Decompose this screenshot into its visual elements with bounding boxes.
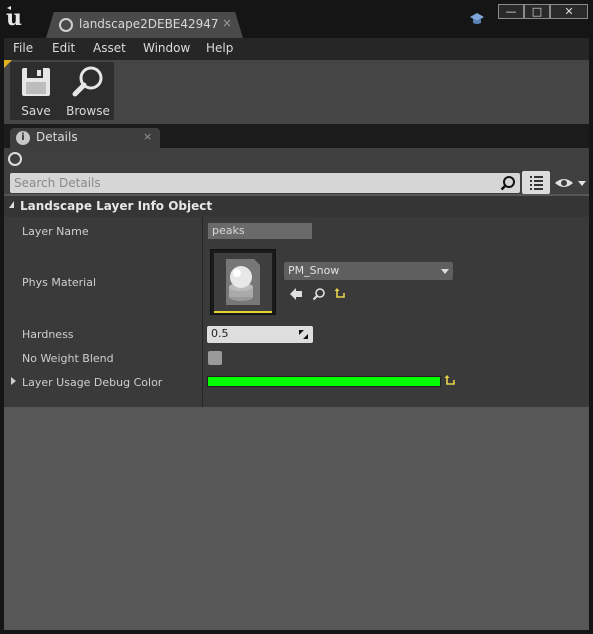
close-details-tab-icon[interactable]: × bbox=[143, 130, 152, 143]
debug-color-swatch[interactable] bbox=[207, 376, 441, 387]
lock-icon[interactable] bbox=[8, 152, 22, 166]
menu-bar: File Edit Asset Window Help bbox=[4, 38, 589, 60]
eye-visibility-icon[interactable] bbox=[554, 176, 586, 190]
layer-name-label: Layer Name bbox=[22, 225, 89, 238]
title-bar: u landscape2DEBE42947F0 × — □ ✕ bbox=[0, 0, 593, 38]
column-divider[interactable] bbox=[202, 217, 203, 407]
toolbar-group: Save Browse bbox=[10, 62, 114, 120]
tab-details-label: Details bbox=[36, 130, 78, 144]
browse-asset-icon[interactable] bbox=[312, 287, 326, 301]
details-panel: Landscape Layer Info Object Layer Name p… bbox=[4, 148, 589, 630]
expand-arrow-icon[interactable] bbox=[11, 377, 16, 385]
drag-resize-icon[interactable] bbox=[299, 330, 308, 339]
layer-name-field[interactable]: peaks bbox=[208, 223, 312, 239]
close-window-button[interactable]: ✕ bbox=[550, 4, 588, 19]
asset-icon bbox=[59, 18, 73, 32]
menu-window[interactable]: Window bbox=[143, 41, 190, 55]
save-button[interactable]: Save bbox=[10, 62, 62, 120]
hardness-label: Hardness bbox=[22, 328, 74, 341]
menu-edit[interactable]: Edit bbox=[52, 41, 75, 55]
svg-text:u: u bbox=[6, 5, 22, 30]
category-header[interactable]: Landscape Layer Info Object bbox=[4, 196, 589, 217]
panel-tab-bar: i Details × bbox=[4, 124, 589, 148]
debug-color-label: Layer Usage Debug Color bbox=[22, 376, 163, 389]
hardness-value: 0.5 bbox=[211, 327, 229, 340]
browse-label: Browse bbox=[66, 104, 110, 118]
reset-color-icon[interactable] bbox=[444, 374, 458, 388]
search-box[interactable] bbox=[10, 173, 520, 193]
use-selected-arrow-icon[interactable] bbox=[289, 287, 303, 301]
phys-material-label: Phys Material bbox=[22, 276, 97, 289]
dropdown-arrow-icon bbox=[441, 269, 449, 274]
phys-material-combo[interactable]: PM_Snow bbox=[284, 262, 453, 280]
material-thumbnail[interactable] bbox=[210, 249, 276, 315]
phys-material-value: PM_Snow bbox=[288, 264, 340, 277]
close-tab-icon[interactable]: × bbox=[222, 16, 232, 30]
save-icon bbox=[22, 68, 50, 96]
magnifier-icon bbox=[72, 66, 103, 97]
property-grid: Layer Name peaks Phys Material PM_Snow H… bbox=[4, 217, 589, 407]
unreal-engine-logo: u bbox=[6, 5, 22, 30]
toolbar: Save Browse bbox=[4, 60, 589, 124]
info-icon: i bbox=[16, 131, 30, 145]
save-label: Save bbox=[21, 104, 51, 118]
document-tab[interactable]: landscape2DEBE42947F0 × bbox=[46, 12, 243, 38]
search-input[interactable] bbox=[14, 175, 494, 191]
view-options-list-icon[interactable] bbox=[522, 171, 550, 194]
document-tab-title: landscape2DEBE42947F0 bbox=[79, 17, 219, 31]
menu-asset[interactable]: Asset bbox=[93, 41, 126, 55]
physical-material-icon bbox=[226, 259, 260, 305]
thumbnail-background bbox=[214, 253, 272, 311]
no-weight-blend-checkbox[interactable] bbox=[208, 351, 222, 365]
category-title: Landscape Layer Info Object bbox=[20, 199, 213, 213]
menu-file[interactable]: File bbox=[13, 41, 33, 55]
collapse-arrow-icon[interactable] bbox=[9, 201, 14, 208]
browse-button[interactable]: Browse bbox=[62, 62, 114, 120]
graduation-cap-icon[interactable] bbox=[469, 12, 485, 26]
details-header bbox=[4, 148, 589, 194]
reset-to-default-icon[interactable] bbox=[334, 287, 348, 301]
hardness-field[interactable]: 0.5 bbox=[207, 326, 313, 343]
no-weight-blend-label: No Weight Blend bbox=[22, 352, 114, 365]
toolbar-corner-accent bbox=[4, 60, 12, 68]
tab-details[interactable]: i Details × bbox=[10, 128, 160, 148]
asset-type-color-bar bbox=[214, 311, 272, 313]
minimize-button[interactable]: — bbox=[498, 4, 524, 19]
search-icon[interactable] bbox=[500, 175, 516, 191]
menu-help[interactable]: Help bbox=[206, 41, 233, 55]
maximize-button[interactable]: □ bbox=[524, 4, 550, 19]
